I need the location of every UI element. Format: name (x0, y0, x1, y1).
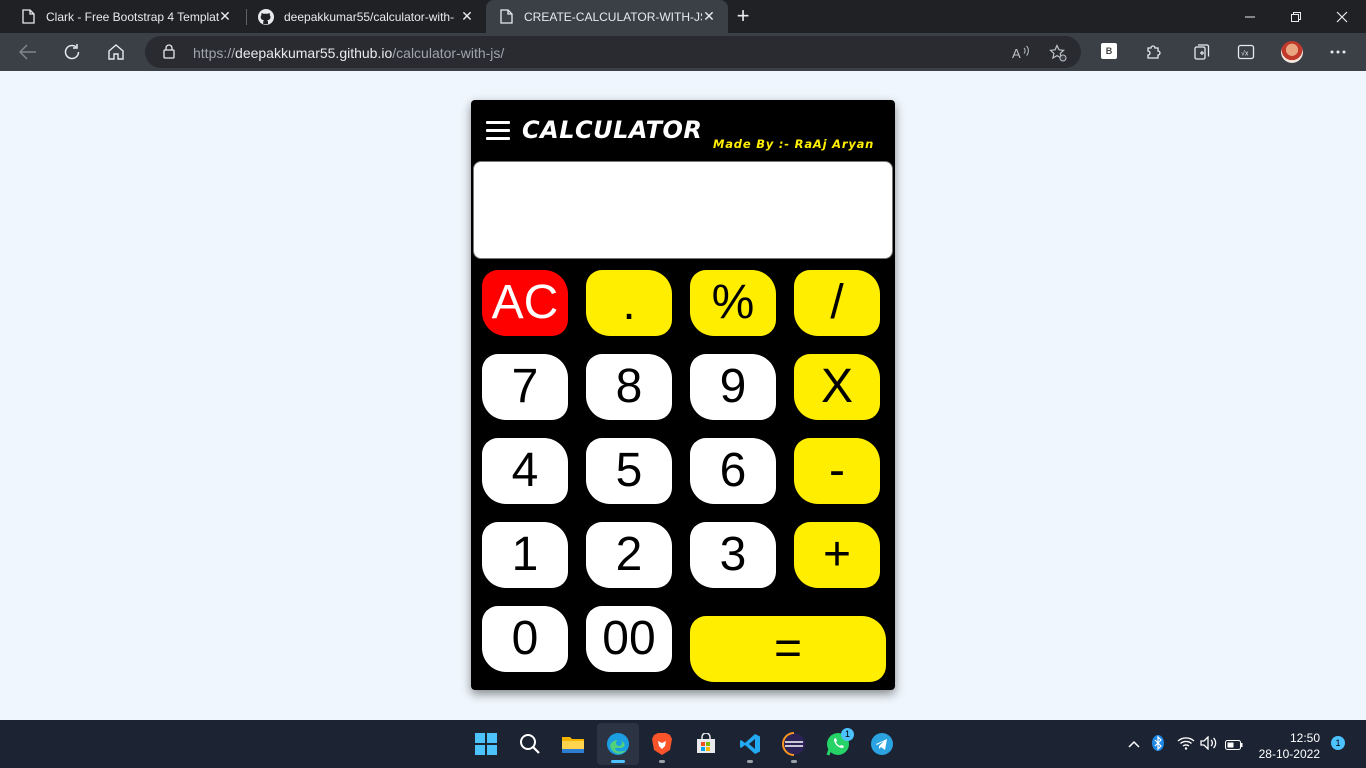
read-aloud-icon[interactable]: A (1011, 43, 1031, 63)
brave-browser-icon[interactable] (650, 732, 674, 756)
address-bar[interactable]: https://deepakkumar55.github.io/calculat… (145, 36, 1081, 68)
tab-title: deepakkumar55/calculator-with- (284, 9, 454, 24)
tab-title: Clark - Free Bootstrap 4 Templat (46, 9, 220, 24)
author-credit: Made By :- RaAj Aryan (713, 137, 875, 151)
restore-button[interactable] (1273, 0, 1319, 33)
calculator-title: CALCULATOR (522, 116, 703, 144)
browser-toolbar: https://deepakkumar55.github.io/calculat… (0, 33, 1366, 71)
new-tab-button[interactable]: + (732, 5, 754, 27)
running-indicator (791, 760, 797, 763)
tab-title: CREATE-CALCULATOR-WITH-JS (524, 9, 702, 24)
running-indicator (747, 760, 753, 763)
wifi-icon[interactable] (1177, 736, 1195, 753)
eclipse-ide-icon[interactable] (782, 732, 806, 756)
digit-7-button[interactable]: 7 (482, 354, 568, 420)
calculator: CALCULATOR Made By :- RaAj Aryan AC . % … (471, 100, 895, 690)
volume-icon[interactable] (1200, 735, 1218, 753)
decimal-button[interactable]: . (586, 270, 672, 336)
more-options-icon[interactable] (1326, 40, 1350, 64)
whatsapp-badge: 1 (841, 728, 854, 741)
browser-tab-bar: Clark - Free Bootstrap 4 Templat ✕ deepa… (0, 0, 1366, 33)
digit-0-button[interactable]: 0 (482, 606, 568, 672)
digit-4-button[interactable]: 4 (482, 438, 568, 504)
url-host: deepakkumar55.github.io (235, 45, 393, 61)
vscode-icon[interactable] (738, 732, 762, 756)
percent-button[interactable]: % (690, 270, 776, 336)
digit-6-button[interactable]: 6 (690, 438, 776, 504)
digit-2-button[interactable]: 2 (586, 522, 672, 588)
digit-8-button[interactable]: 8 (586, 354, 672, 420)
close-window-button[interactable] (1319, 0, 1365, 33)
clock-date: 28-10-2022 (1258, 747, 1320, 761)
divide-button[interactable]: / (794, 270, 880, 336)
digit-3-button[interactable]: 3 (690, 522, 776, 588)
minus-button[interactable]: - (794, 438, 880, 504)
equals-button[interactable]: = (690, 616, 886, 682)
favorite-star-icon[interactable] (1048, 43, 1068, 63)
plus-button[interactable]: + (794, 522, 880, 588)
calculator-display[interactable] (473, 161, 893, 259)
edge-browser-icon[interactable] (606, 732, 630, 756)
search-icon[interactable] (518, 732, 542, 756)
github-icon (258, 8, 274, 25)
svg-text:A: A (1012, 46, 1021, 61)
bluetooth-icon[interactable] (1152, 735, 1164, 754)
running-indicator (659, 760, 665, 763)
lock-icon[interactable] (163, 44, 175, 64)
refresh-icon[interactable] (60, 40, 84, 64)
minimize-button[interactable] (1227, 0, 1273, 33)
profile-avatar[interactable] (1281, 41, 1303, 63)
running-indicator (611, 760, 625, 763)
digit-5-button[interactable]: 5 (586, 438, 672, 504)
notification-badge[interactable]: 1 (1331, 736, 1345, 750)
page-icon (20, 9, 36, 25)
url-path: /calculator-with-js/ (392, 45, 505, 61)
tab-calculator[interactable]: CREATE-CALCULATOR-WITH-JS ✕ (486, 0, 728, 33)
tab-github[interactable]: deepakkumar55/calculator-with- ✕ (238, 0, 486, 33)
digit-1-button[interactable]: 1 (482, 522, 568, 588)
collections-icon[interactable] (1190, 40, 1214, 64)
start-windows-icon[interactable] (474, 732, 498, 756)
url-protocol: https:// (193, 45, 236, 61)
tab-clark[interactable]: Clark - Free Bootstrap 4 Templat ✕ (0, 0, 244, 33)
extension-b-icon[interactable]: B (1101, 43, 1117, 59)
microsoft-store-icon[interactable] (694, 732, 718, 756)
file-explorer-icon[interactable] (561, 732, 585, 756)
battery-icon[interactable] (1225, 738, 1243, 753)
url-text: https://deepakkumar55.github.io/calculat… (193, 45, 504, 61)
back-arrow-icon[interactable] (16, 40, 40, 64)
close-icon[interactable]: ✕ (702, 9, 716, 23)
hamburger-menu-icon[interactable] (486, 121, 510, 141)
clock-time: 12:50 (1289, 731, 1320, 745)
double-zero-button[interactable]: 00 (586, 606, 672, 672)
close-icon[interactable]: ✕ (218, 9, 232, 23)
extensions-puzzle-icon[interactable] (1142, 40, 1166, 64)
telegram-icon[interactable] (870, 732, 894, 756)
math-solver-icon[interactable]: √x (1234, 40, 1258, 64)
multiply-button[interactable]: X (794, 354, 880, 420)
home-icon[interactable] (104, 40, 128, 64)
digit-9-button[interactable]: 9 (690, 354, 776, 420)
chevron-up-icon[interactable] (1128, 736, 1140, 751)
clear-button[interactable]: AC (482, 270, 568, 336)
close-icon[interactable]: ✕ (460, 9, 474, 23)
system-clock[interactable]: 12:50 28-10-2022 (1256, 730, 1320, 762)
svg-text:√x: √x (1241, 50, 1249, 58)
page-icon (498, 9, 514, 25)
